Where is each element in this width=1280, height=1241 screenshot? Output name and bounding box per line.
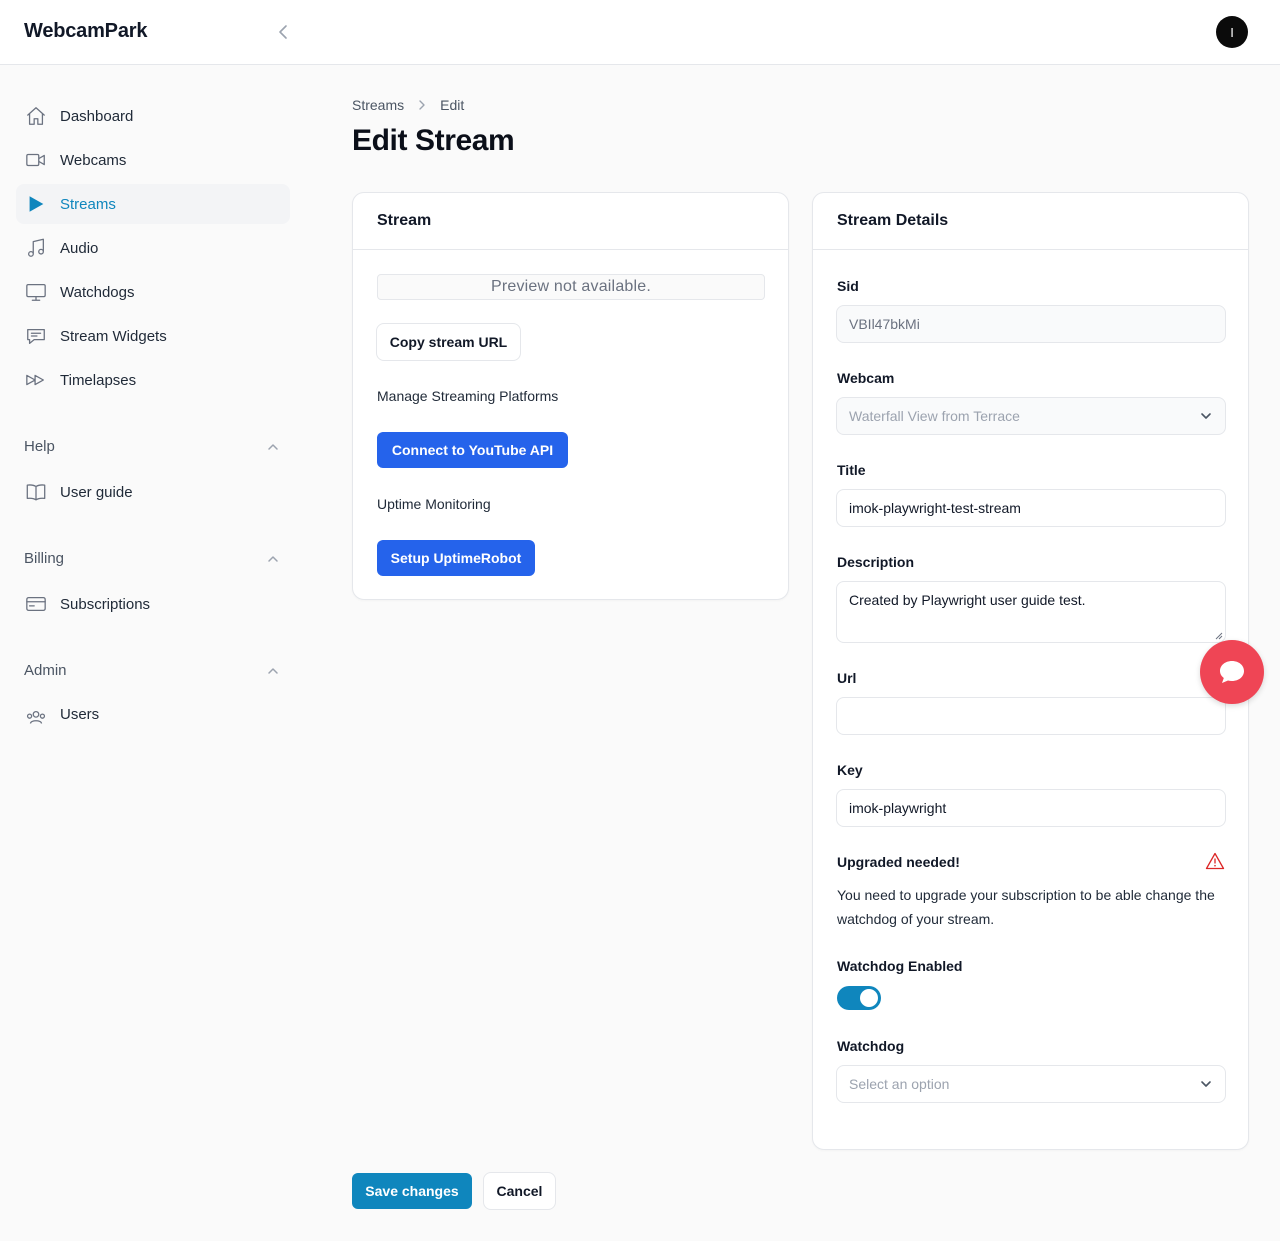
webcam-select: Waterfall View from Terrace: [836, 397, 1226, 435]
watchdog-select[interactable]: Select an option: [836, 1065, 1226, 1103]
sidebar: Dashboard Webcams Streams Audio Watchdog…: [0, 65, 300, 1241]
video-camera-icon: [24, 148, 48, 172]
chevron-right-icon: [416, 99, 428, 111]
home-icon: [24, 104, 48, 128]
webcam-select-value: Waterfall View from Terrace: [849, 408, 1020, 424]
watchdog-label: Watchdog: [837, 1038, 905, 1054]
key-input[interactable]: imok-playwright: [836, 789, 1226, 827]
sidebar-item-streams[interactable]: Streams: [16, 184, 290, 224]
monitor-icon: [24, 280, 48, 304]
chevron-down-icon: [1199, 409, 1213, 423]
fast-forward-icon: [24, 368, 48, 392]
sidebar-item-label: Streams: [60, 195, 116, 213]
sidebar-item-dashboard[interactable]: Dashboard: [16, 96, 290, 136]
upgrade-text: You need to upgrade your subscription to…: [837, 887, 1215, 927]
group-label: Billing: [24, 550, 65, 567]
play-icon: [24, 192, 48, 216]
chat-icon: [1220, 661, 1244, 683]
chevron-down-icon: [1199, 1077, 1213, 1091]
watchdog-enabled-toggle[interactable]: [837, 986, 881, 1010]
page-title: Edit Stream: [352, 124, 515, 157]
watchdog-enabled-label: Watchdog Enabled: [837, 958, 963, 974]
cancel-button[interactable]: Cancel: [483, 1172, 556, 1210]
sidebar-group-admin[interactable]: Admin: [24, 662, 280, 679]
save-changes-button[interactable]: Save changes: [352, 1173, 472, 1209]
sidebar-item-stream-widgets[interactable]: Stream Widgets: [16, 316, 290, 356]
sidebar-item-label: Stream Widgets: [60, 327, 167, 345]
sidebar-item-label: Audio: [60, 239, 99, 257]
toggle-knob: [860, 989, 878, 1007]
breadcrumb: Streams Edit: [352, 97, 464, 113]
chevron-up-icon: [268, 443, 278, 450]
stream-card: Stream Preview not available. Copy strea…: [352, 192, 789, 600]
setup-uptimerobot-button[interactable]: Setup UptimeRobot: [377, 540, 535, 576]
sidebar-item-label: Users: [60, 706, 100, 723]
watchdog-select-placeholder: Select an option: [849, 1076, 950, 1092]
stream-preview: Preview not available.: [377, 274, 765, 300]
brand-logo[interactable]: WebcamPark: [24, 20, 147, 43]
sidebar-item-label: Subscriptions: [60, 595, 151, 613]
book-icon: [24, 480, 48, 504]
top-bar: WebcamPark I: [0, 0, 1280, 65]
platforms-heading: Manage Streaming Platforms: [377, 388, 559, 404]
sidebar-item-label: Watchdogs: [60, 283, 135, 301]
key-label: Key: [837, 762, 863, 778]
users-icon: [24, 706, 48, 726]
stream-details-title: Stream Details: [813, 193, 1248, 250]
sidebar-group-billing[interactable]: Billing: [24, 550, 280, 567]
breadcrumb-streams-link[interactable]: Streams: [352, 97, 404, 113]
uptime-heading: Uptime Monitoring: [377, 496, 491, 512]
sid-field: VBIl47bkMi: [836, 305, 1226, 343]
stream-details-card: Stream Details Sid VBIl47bkMi Webcam Wat…: [812, 192, 1249, 1150]
url-input[interactable]: [836, 697, 1226, 735]
sidebar-group-help[interactable]: Help: [24, 438, 280, 455]
copy-stream-url-button[interactable]: Copy stream URL: [376, 323, 521, 361]
music-note-icon: [24, 236, 48, 260]
chevron-up-icon: [268, 667, 278, 674]
title-input[interactable]: imok-playwright-test-stream: [836, 489, 1226, 527]
chat-bubble-icon: [24, 324, 48, 348]
sid-label: Sid: [837, 278, 859, 294]
url-label: Url: [837, 670, 857, 686]
connect-youtube-button[interactable]: Connect to YouTube API: [377, 432, 568, 468]
webcam-label: Webcam: [837, 370, 895, 386]
sidebar-item-users[interactable]: Users: [16, 696, 290, 726]
title-label: Title: [837, 462, 866, 478]
warning-triangle-icon: [1205, 852, 1225, 870]
sidebar-item-label: User guide: [60, 483, 133, 501]
chat-support-button[interactable]: [1200, 640, 1264, 704]
stream-card-title: Stream: [353, 193, 788, 250]
resize-grip-icon[interactable]: [1215, 632, 1223, 640]
sidebar-item-timelapses[interactable]: Timelapses: [16, 360, 290, 400]
collapse-sidebar-button[interactable]: [272, 20, 296, 44]
description-label: Description: [837, 554, 915, 570]
chevron-up-icon: [268, 555, 278, 562]
sidebar-item-webcams[interactable]: Webcams: [16, 140, 290, 180]
group-label: Help: [24, 438, 55, 455]
breadcrumb-current: Edit: [440, 97, 465, 113]
sidebar-item-watchdogs[interactable]: Watchdogs: [16, 272, 290, 312]
user-avatar[interactable]: I: [1216, 16, 1248, 48]
description-text: Created by Playwright user guide test.: [849, 592, 1086, 608]
sidebar-item-label: Timelapses: [60, 371, 137, 389]
sidebar-item-audio[interactable]: Audio: [16, 228, 290, 268]
sidebar-item-user-guide[interactable]: User guide: [16, 472, 290, 512]
chevron-left-icon: [279, 25, 287, 39]
sidebar-item-label: Dashboard: [60, 107, 134, 125]
sidebar-item-subscriptions[interactable]: Subscriptions: [16, 584, 290, 624]
upgrade-title: Upgraded needed!: [837, 854, 960, 870]
group-label: Admin: [24, 662, 67, 679]
sidebar-item-label: Webcams: [60, 151, 127, 169]
description-textarea[interactable]: Created by Playwright user guide test.: [836, 581, 1226, 643]
credit-card-icon: [24, 592, 48, 616]
